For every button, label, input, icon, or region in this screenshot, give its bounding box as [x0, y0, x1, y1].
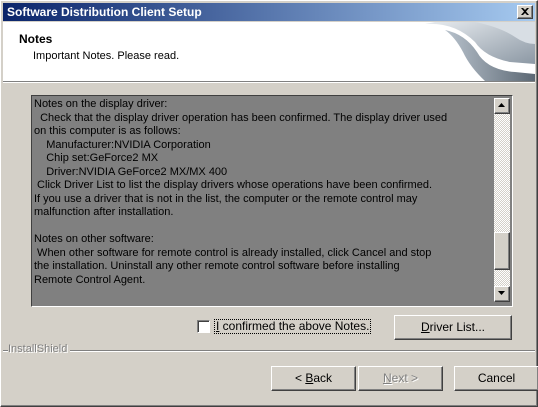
notes-scrollbar[interactable] [494, 98, 510, 302]
installshield-branding: InstallShield [3, 343, 535, 356]
notes-line: When other software for remote control i… [34, 246, 432, 259]
installshield-wizard-graphic [425, 22, 535, 81]
setup-dialog: Software Distribution Client Setup Notes… [0, 0, 538, 407]
confirm-notes-label[interactable]: I confirmed the above Notes. [214, 319, 372, 334]
notes-line: Chip set:GeForce2 MX [34, 152, 159, 164]
header-separator [3, 82, 535, 83]
notes-line: Remote Control Agent. [34, 273, 146, 286]
back-button[interactable]: < Back [271, 366, 356, 391]
header-title: Notes [19, 32, 53, 46]
scroll-thumb[interactable] [494, 232, 510, 270]
notes-textbox[interactable]: Notes on the display driver: Check that … [31, 95, 513, 307]
scroll-up-button[interactable] [494, 98, 510, 114]
notes-line: If you use a driver that is not in the l… [34, 192, 418, 205]
driver-list-label: river List... [429, 320, 485, 334]
notes-line: Notes on the display driver: [34, 98, 168, 110]
driver-list-button[interactable]: Driver List... [394, 315, 512, 340]
footer-divider [3, 350, 535, 351]
back-prefix: < [294, 371, 306, 385]
notes-line: the installation. Uninstall any other re… [34, 260, 400, 272]
notes-line: on this computer is as follows: [34, 125, 181, 137]
confirm-notes-checkbox[interactable] [197, 320, 210, 333]
next-label: ext > [391, 371, 419, 385]
notes-text: Notes on the display driver: Check that … [34, 98, 490, 302]
close-button[interactable] [517, 5, 533, 19]
arrow-down-icon [498, 291, 505, 295]
arrow-up-icon [498, 103, 505, 107]
window-title: Software Distribution Client Setup [7, 5, 202, 19]
notes-line: Driver:NVIDIA GeForce2 MX/MX 400 [34, 165, 228, 178]
notes-line: Manufacturer:NVIDIA Corporation [34, 138, 211, 151]
notes-line: Check that the display driver operation … [34, 111, 448, 124]
notes-line [34, 220, 490, 234]
notes-line: Notes on other software: [34, 233, 154, 245]
next-mnemonic: N [382, 371, 392, 385]
installshield-label: InstallShield [8, 343, 71, 355]
notes-line: Click Driver List to list the display dr… [34, 179, 433, 191]
cancel-button[interactable]: Cancel [454, 366, 538, 391]
scroll-down-button[interactable] [494, 286, 510, 302]
notes-line: malfunction after installation. [34, 206, 174, 218]
next-button[interactable]: Next > [358, 366, 443, 391]
title-bar[interactable]: Software Distribution Client Setup [3, 3, 535, 21]
back-label: ack [313, 371, 333, 385]
wizard-header: Notes Important Notes. Please read. [3, 22, 535, 82]
driver-list-mnemonic: D [420, 320, 430, 334]
header-subtitle: Important Notes. Please read. [33, 50, 180, 62]
confirm-label-text: confirmed the above Notes. [219, 319, 370, 333]
close-icon [521, 8, 529, 15]
scroll-track[interactable] [494, 114, 510, 286]
